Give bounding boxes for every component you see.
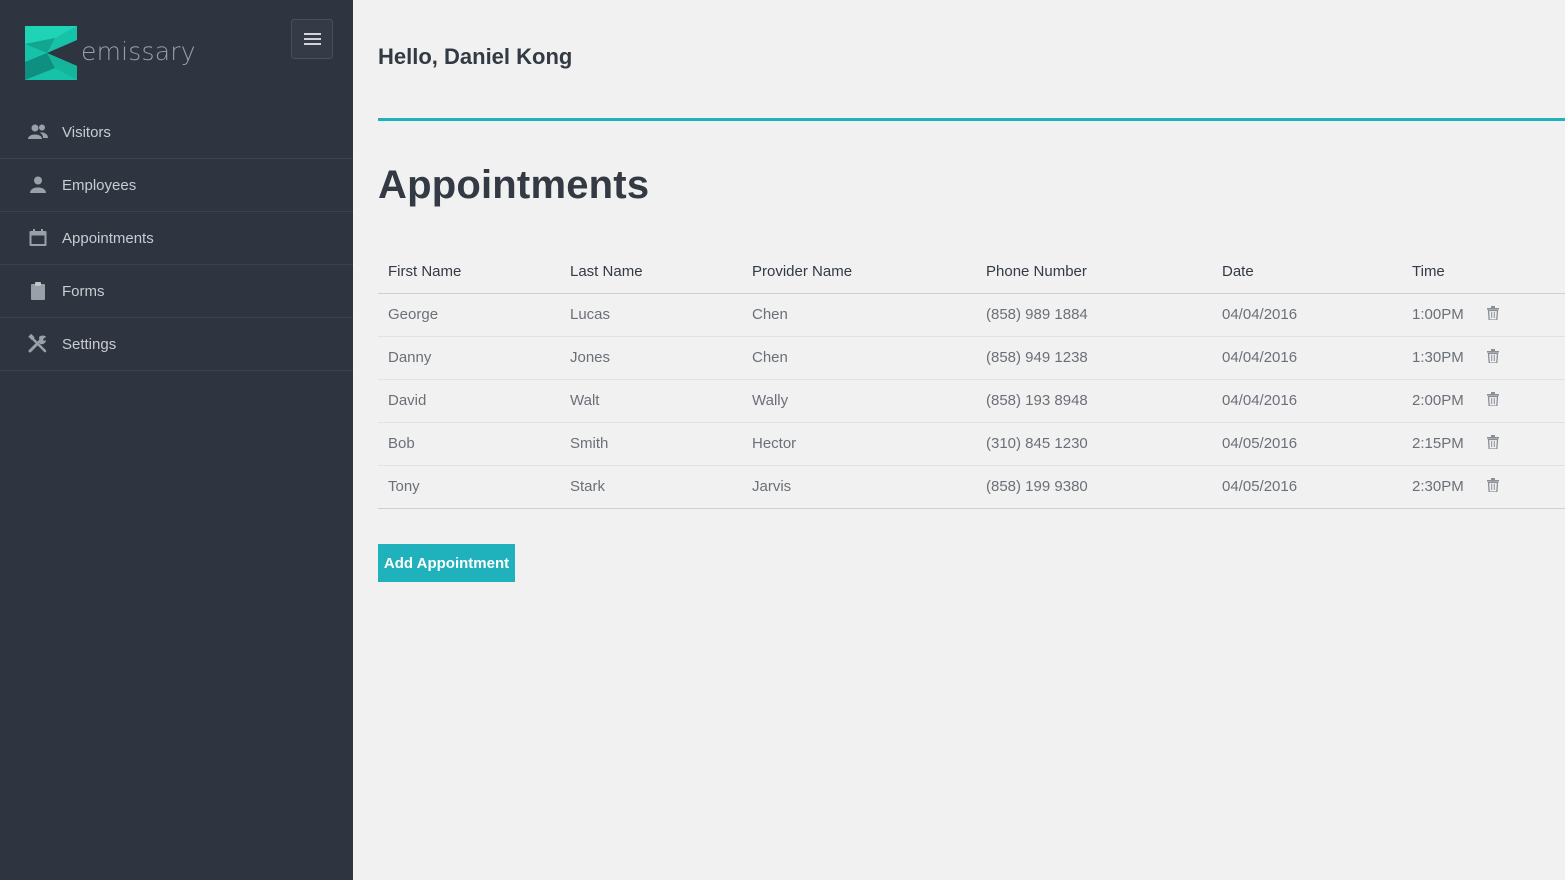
cell-phone-number: (858) 199 9380 xyxy=(976,465,1212,509)
table-row[interactable]: George Lucas Chen (858) 989 1884 04/04/2… xyxy=(378,293,1565,337)
table-row[interactable]: Danny Jones Chen (858) 949 1238 04/04/20… xyxy=(378,336,1565,380)
sidebar-nav: Visitors Employees Appointments Forms Se… xyxy=(0,106,353,371)
trash-icon[interactable] xyxy=(1487,348,1499,363)
cell-last-name: Walt xyxy=(560,379,742,423)
sidebar-item-settings[interactable]: Settings xyxy=(0,318,353,371)
cell-phone-number: (858) 949 1238 xyxy=(976,336,1212,380)
header-divider xyxy=(378,118,1565,121)
column-header-first-name[interactable]: First Name xyxy=(378,251,560,294)
trash-icon[interactable] xyxy=(1487,434,1499,449)
cell-first-name: Tony xyxy=(378,465,560,509)
users-icon xyxy=(28,122,48,142)
brand-logo[interactable]: emissary xyxy=(25,26,196,80)
column-header-last-name[interactable]: Last Name xyxy=(560,251,742,294)
cell-time: 2:15PM xyxy=(1402,422,1477,466)
cell-actions xyxy=(1477,422,1565,466)
cell-actions xyxy=(1477,293,1565,337)
column-header-provider-name[interactable]: Provider Name xyxy=(742,251,976,294)
column-header-time[interactable]: Time xyxy=(1402,251,1477,294)
table-row[interactable]: David Walt Wally (858) 193 8948 04/04/20… xyxy=(378,379,1565,423)
cell-date: 04/04/2016 xyxy=(1212,379,1402,423)
sidebar-item-appointments[interactable]: Appointments xyxy=(0,212,353,265)
cell-actions xyxy=(1477,465,1565,509)
cell-phone-number: (858) 193 8948 xyxy=(976,379,1212,423)
cell-last-name: Smith xyxy=(560,422,742,466)
cell-provider-name: Jarvis xyxy=(742,465,976,509)
user-icon xyxy=(28,175,48,195)
column-header-phone-number[interactable]: Phone Number xyxy=(976,251,1212,294)
column-header-actions xyxy=(1477,251,1565,294)
table-header-row: First Name Last Name Provider Name Phone… xyxy=(378,251,1565,294)
emissary-logo-icon xyxy=(25,26,77,80)
sidebar-item-forms[interactable]: Forms xyxy=(0,265,353,318)
sidebar-item-employees[interactable]: Employees xyxy=(0,159,353,212)
clipboard-icon xyxy=(28,281,48,301)
cell-first-name: David xyxy=(378,379,560,423)
cell-last-name: Stark xyxy=(560,465,742,509)
sidebar-item-label: Visitors xyxy=(62,123,111,141)
column-header-date[interactable]: Date xyxy=(1212,251,1402,294)
brand-name: emissary xyxy=(81,36,196,66)
cell-date: 04/05/2016 xyxy=(1212,422,1402,466)
trash-icon[interactable] xyxy=(1487,391,1499,406)
cell-date: 04/05/2016 xyxy=(1212,465,1402,509)
sidebar-item-label: Appointments xyxy=(62,229,154,247)
calendar-icon xyxy=(28,228,48,248)
cell-time: 1:30PM xyxy=(1402,336,1477,380)
greeting: Hello, Daniel Kong xyxy=(378,44,573,69)
cell-first-name: Bob xyxy=(378,422,560,466)
cell-time: 2:30PM xyxy=(1402,465,1477,509)
cell-first-name: George xyxy=(378,293,560,337)
cell-provider-name: Chen xyxy=(742,336,976,380)
cell-phone-number: (310) 845 1230 xyxy=(976,422,1212,466)
cell-last-name: Lucas xyxy=(560,293,742,337)
table-row[interactable]: Tony Stark Jarvis (858) 199 9380 04/05/2… xyxy=(378,465,1565,509)
menu-toggle-button[interactable] xyxy=(291,19,333,59)
cell-time: 1:00PM xyxy=(1402,293,1477,337)
cell-date: 04/04/2016 xyxy=(1212,336,1402,380)
sidebar-item-visitors[interactable]: Visitors xyxy=(0,106,353,159)
cell-date: 04/04/2016 xyxy=(1212,293,1402,337)
cell-actions xyxy=(1477,336,1565,380)
cell-actions xyxy=(1477,379,1565,423)
cell-provider-name: Chen xyxy=(742,293,976,337)
appointments-table: First Name Last Name Provider Name Phone… xyxy=(378,251,1565,509)
add-appointment-button[interactable]: Add Appointment xyxy=(378,544,515,582)
sidebar-item-label: Employees xyxy=(62,176,137,194)
cell-time: 2:00PM xyxy=(1402,379,1477,423)
table-row[interactable]: Bob Smith Hector (310) 845 1230 04/05/20… xyxy=(378,422,1565,466)
trash-icon[interactable] xyxy=(1487,305,1499,320)
hamburger-menu-icon xyxy=(303,30,321,48)
cell-phone-number: (858) 989 1884 xyxy=(976,293,1212,337)
cell-first-name: Danny xyxy=(378,336,560,380)
tools-icon xyxy=(28,334,48,354)
sidebar: emissary Visitors Employees Appointments xyxy=(0,0,353,880)
trash-icon[interactable] xyxy=(1487,477,1499,492)
cell-provider-name: Wally xyxy=(742,379,976,423)
sidebar-item-label: Settings xyxy=(62,335,117,353)
page-title: Appointments xyxy=(378,163,650,207)
cell-provider-name: Hector xyxy=(742,422,976,466)
cell-last-name: Jones xyxy=(560,336,742,380)
sidebar-item-label: Forms xyxy=(62,282,105,300)
